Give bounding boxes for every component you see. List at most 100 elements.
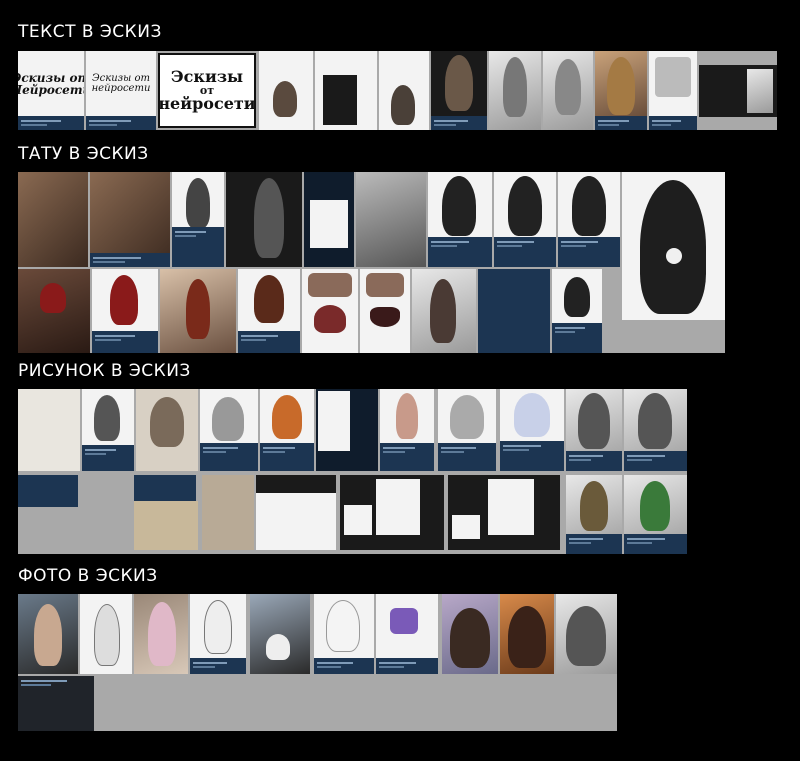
gallery-thumbnail[interactable] <box>315 51 377 130</box>
gallery-thumbnail[interactable] <box>18 389 80 471</box>
sketch-grid-image <box>747 69 773 113</box>
gallery-thumbnail[interactable] <box>302 269 358 353</box>
gallery-thumbnail[interactable] <box>134 475 196 501</box>
gallery-thumbnail[interactable] <box>649 51 697 130</box>
gallery-thumbnail[interactable] <box>624 475 687 554</box>
caption-bar <box>314 658 374 674</box>
caption-bar <box>190 658 246 674</box>
gallery-thumbnail[interactable] <box>558 172 620 267</box>
gallery-thumbnail[interactable] <box>260 389 314 471</box>
gallery-thumbnail[interactable] <box>494 172 556 267</box>
gallery-thumbnail[interactable] <box>448 475 560 550</box>
caption-bar <box>494 237 556 267</box>
gallery-thumbnail[interactable] <box>80 594 132 674</box>
caption-bar <box>238 331 300 353</box>
gallery-thumbnail[interactable] <box>566 475 622 554</box>
gallery-thumbnail[interactable] <box>18 676 94 731</box>
gallery-thumbnail[interactable] <box>428 172 492 267</box>
gallery-thumbnail[interactable] <box>82 389 134 471</box>
portrait-photo-image <box>148 602 176 666</box>
gallery-thumbnail[interactable] <box>552 269 602 353</box>
text-gallery-panel: Эскизы от Нейросети Эскизы от нейросети … <box>18 51 777 130</box>
portrait-image <box>445 55 473 111</box>
sketch-grid-image <box>655 57 691 97</box>
line-sketch-image <box>204 600 232 654</box>
gargoyle-sketch-image <box>638 393 672 449</box>
gallery-thumbnail[interactable] <box>340 475 444 550</box>
caption-bar <box>438 443 496 471</box>
section-title-text: ТЕКСТ В ЭСКИЗ <box>18 22 162 42</box>
sculpture-image <box>555 59 581 115</box>
portrait-image <box>323 75 357 125</box>
gallery-thumbnail[interactable] <box>431 51 487 130</box>
man-with-dog-sketch-image <box>566 606 606 666</box>
gallery-thumbnail[interactable] <box>376 594 438 674</box>
hooded-figure-image <box>640 180 706 314</box>
caption-bar <box>649 116 697 130</box>
gallery-thumbnail[interactable] <box>18 475 78 507</box>
tattoo-sketch-image <box>186 178 210 228</box>
hooded-figure-image <box>442 176 476 236</box>
gallery-thumbnail[interactable] <box>438 389 496 471</box>
caption-bar <box>552 323 602 353</box>
sketch-image <box>450 395 484 439</box>
caption-bar <box>428 237 492 267</box>
caption-bar <box>558 237 620 267</box>
hooded-figure-image <box>508 176 542 236</box>
gallery-thumbnail[interactable] <box>316 389 378 471</box>
gallery-thumbnail[interactable] <box>380 389 434 471</box>
gallery-thumbnail[interactable] <box>136 389 198 471</box>
gallery-thumbnail[interactable] <box>412 269 476 353</box>
gargoyle-sketch-image <box>578 393 610 449</box>
photo-gallery-panel <box>18 594 617 731</box>
gallery-thumbnail[interactable] <box>478 269 550 353</box>
tattoo-sketch-image <box>310 200 348 248</box>
gallery-thumbnail[interactable] <box>256 475 336 550</box>
gothic-lettering-line: Эскизы <box>170 67 244 86</box>
gallery-thumbnail[interactable]: Эскизы от Нейросети <box>18 51 84 130</box>
gallery-thumbnail[interactable] <box>250 594 310 674</box>
gallery-thumbnail[interactable] <box>566 389 622 471</box>
hooded-figure-image <box>572 176 606 236</box>
gallery-thumbnail[interactable] <box>190 594 246 674</box>
gallery-thumbnail[interactable] <box>18 594 78 674</box>
tattoo-image <box>308 273 352 297</box>
oni-mask-tattoo-image <box>40 283 66 313</box>
gallery-thumbnail[interactable] <box>134 501 198 550</box>
gallery-thumbnail[interactable] <box>304 172 354 267</box>
gallery-thumbnail[interactable] <box>595 51 647 130</box>
gallery-thumbnail[interactable] <box>259 51 313 130</box>
gallery-thumbnail[interactable] <box>226 172 302 267</box>
gallery-thumbnail-large[interactable] <box>622 172 725 320</box>
gallery-thumbnail[interactable] <box>556 594 617 674</box>
gallery-thumbnail[interactable] <box>90 172 170 267</box>
gallery-thumbnail[interactable] <box>356 172 426 267</box>
gallery-thumbnail[interactable] <box>160 269 236 353</box>
gallery-thumbnail[interactable] <box>18 172 88 267</box>
gallery-thumbnail[interactable] <box>500 594 554 674</box>
gallery-thumbnail[interactable] <box>500 389 564 471</box>
glowing-orb-icon <box>666 248 682 264</box>
gallery-thumbnail[interactable]: Эскизы от нейросети <box>86 51 156 130</box>
gallery-thumbnail[interactable] <box>134 594 188 674</box>
gallery-thumbnail[interactable]: Эскизы от нейросети <box>158 53 256 128</box>
gallery-thumbnail[interactable] <box>699 65 777 117</box>
caption-bar <box>624 451 687 471</box>
gallery-thumbnail[interactable] <box>200 389 258 471</box>
gallery-thumbnail[interactable] <box>624 389 687 471</box>
line-drawing-image <box>514 393 550 437</box>
gallery-thumbnail[interactable] <box>379 51 429 130</box>
gallery-thumbnail[interactable] <box>314 594 374 674</box>
gallery-thumbnail[interactable] <box>92 269 158 353</box>
gallery-thumbnail[interactable] <box>489 51 541 130</box>
gallery-thumbnail[interactable] <box>238 269 300 353</box>
gallery-thumbnail[interactable] <box>543 51 593 130</box>
gallery-thumbnail[interactable] <box>172 172 224 267</box>
caption-bar <box>566 534 622 554</box>
gallery-thumbnail[interactable] <box>18 269 90 353</box>
caption-bar <box>624 534 687 554</box>
gallery-thumbnail[interactable] <box>202 475 254 550</box>
caption-bar <box>90 253 170 267</box>
gallery-thumbnail[interactable] <box>442 594 498 674</box>
gallery-thumbnail[interactable] <box>360 269 410 353</box>
